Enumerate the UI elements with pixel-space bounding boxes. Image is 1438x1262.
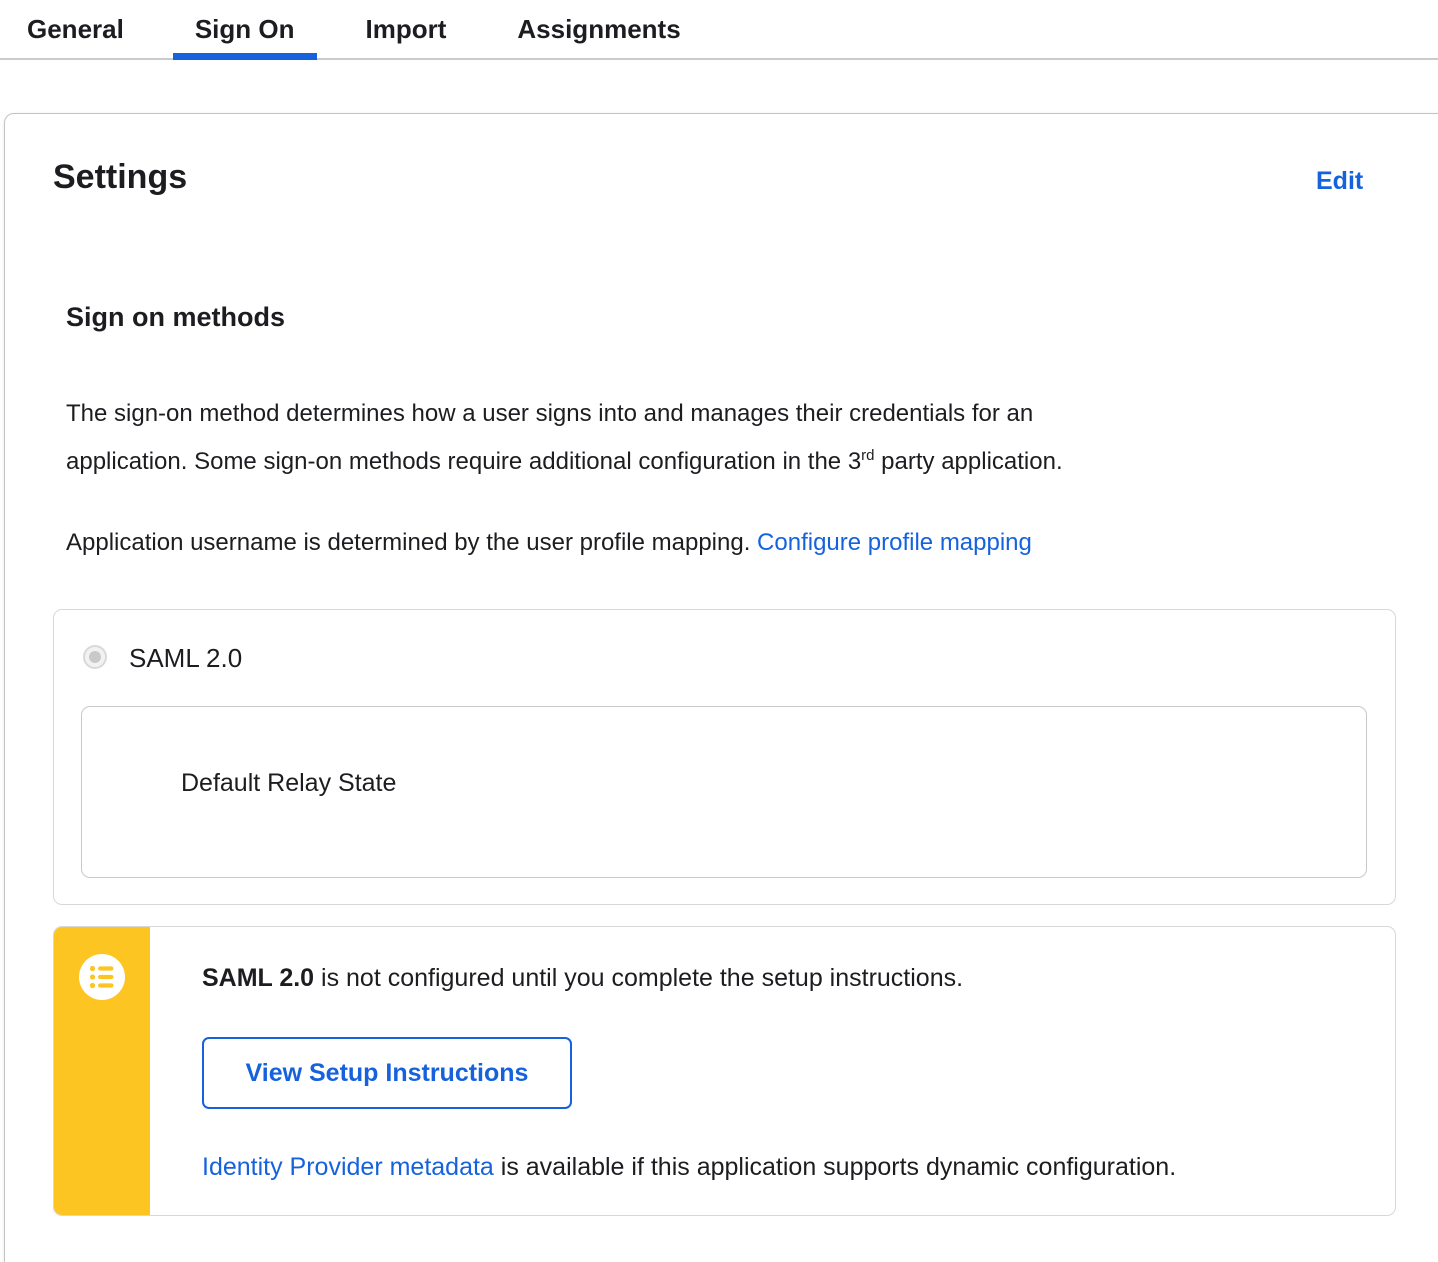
callout-footer: Identity Provider metadata is available … bbox=[202, 1153, 1176, 1182]
callout-accent-bar bbox=[54, 927, 150, 1215]
callout-message: SAML 2.0 is not configured until you com… bbox=[202, 964, 963, 993]
saml-option-label: SAML 2.0 bbox=[129, 643, 243, 673]
edit-link[interactable]: Edit bbox=[1316, 167, 1363, 196]
description-line-2-text: application. Some sign-on methods requir… bbox=[66, 448, 862, 475]
page-title: Settings bbox=[53, 158, 188, 196]
sign-on-description: The sign-on method determines how a user… bbox=[66, 390, 1336, 486]
identity-provider-metadata-link[interactable]: Identity Provider metadata bbox=[202, 1153, 494, 1181]
username-mapping-text: Application username is determined by th… bbox=[66, 519, 1032, 567]
description-line-2: application. Some sign-on methods requir… bbox=[66, 438, 1336, 486]
list-icon bbox=[79, 954, 125, 1000]
metadata-footer-text: is available if this application support… bbox=[493, 1153, 1177, 1181]
default-relay-state-label: Default Relay State bbox=[181, 769, 397, 797]
default-relay-state-box: Default Relay State bbox=[81, 706, 1367, 878]
tab-general[interactable]: General bbox=[5, 0, 146, 58]
callout-message-bold: SAML 2.0 bbox=[202, 964, 315, 992]
tab-bar: General Sign On Import Assignments bbox=[0, 0, 1438, 60]
tab-assignments[interactable]: Assignments bbox=[495, 0, 702, 58]
tab-import[interactable]: Import bbox=[344, 0, 469, 58]
description-line-2-end: party application. bbox=[874, 448, 1063, 475]
sign-on-methods-heading: Sign on methods bbox=[66, 302, 285, 332]
username-mapping-label: Application username is determined by th… bbox=[66, 529, 758, 556]
callout-message-text: is not configured until you complete the… bbox=[314, 964, 964, 992]
saml-option-box: SAML 2.0 Default Relay State bbox=[53, 609, 1396, 905]
setup-instructions-callout: SAML 2.0 is not configured until you com… bbox=[53, 926, 1396, 1216]
view-setup-instructions-button[interactable]: View Setup Instructions bbox=[202, 1037, 572, 1109]
tab-sign-on[interactable]: Sign On bbox=[172, 0, 317, 60]
configure-profile-mapping-link[interactable]: Configure profile mapping bbox=[757, 529, 1032, 556]
settings-card: Settings Edit Sign on methods The sign-o… bbox=[4, 113, 1438, 1262]
description-line-1: The sign-on method determines how a user… bbox=[66, 400, 1034, 427]
saml-radio-button[interactable] bbox=[83, 645, 107, 669]
ordinal-superscript: rd bbox=[861, 447, 875, 464]
